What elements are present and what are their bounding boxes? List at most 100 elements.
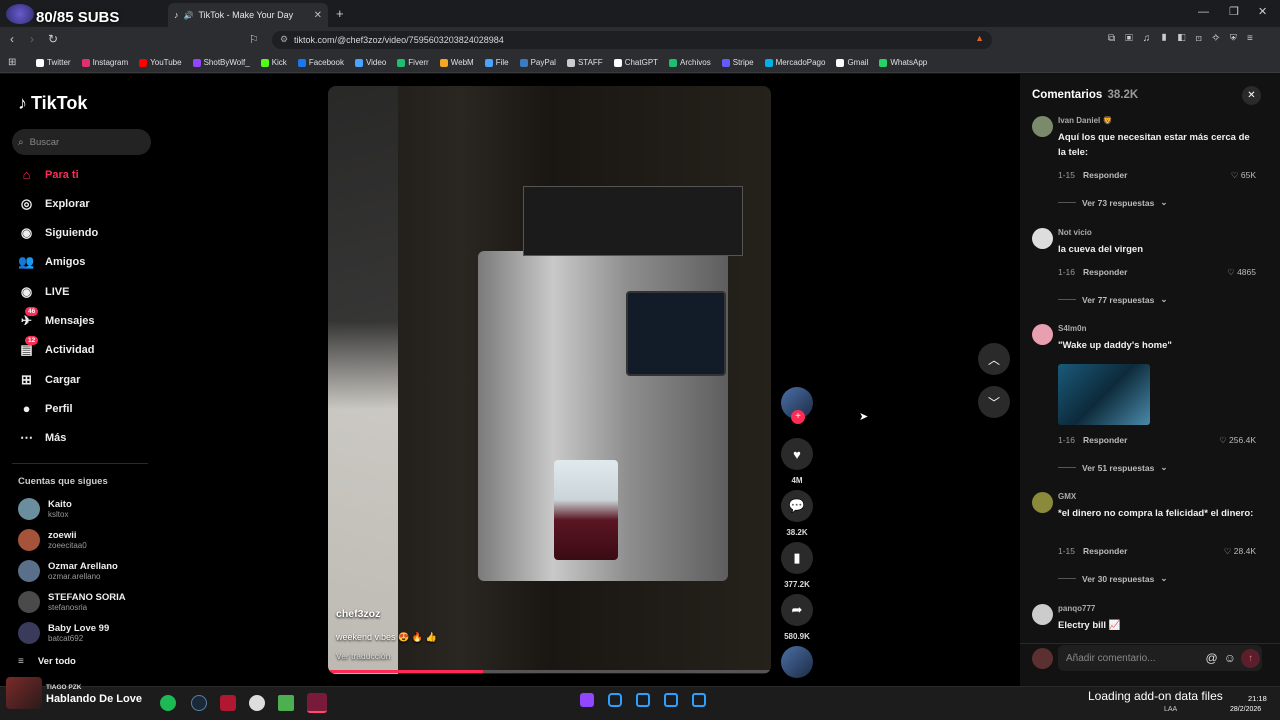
view-replies-button[interactable]: Ver 30 respuestas ⌄ bbox=[1058, 573, 1167, 584]
twitch-icon[interactable] bbox=[580, 693, 594, 707]
translate-link[interactable]: Ver traducción bbox=[336, 651, 390, 661]
comment-like-button[interactable]: ♡ 65K bbox=[1231, 170, 1256, 181]
comment-like-button[interactable]: ♡ 256.4K bbox=[1219, 435, 1256, 446]
tab-tiktok[interactable]: ♪ 🔊 TikTok - Make Your Day ✕ bbox=[168, 3, 328, 27]
follow-plus-icon[interactable]: + bbox=[791, 410, 805, 424]
restore-icon[interactable]: ❐ bbox=[1229, 5, 1239, 18]
bookmark-item[interactable]: Instagram bbox=[81, 58, 128, 67]
address-bar[interactable]: ⚙ tiktok.com/@chef3zoz/video/75956032038… bbox=[272, 31, 992, 49]
bookmark-item[interactable]: STAFF bbox=[566, 58, 603, 67]
followed-account[interactable]: Baby Love 99 batcat692 bbox=[18, 622, 109, 644]
like-button[interactable]: ♥ 4M bbox=[781, 438, 813, 485]
app-a-icon[interactable] bbox=[220, 695, 236, 711]
bookmark-item[interactable]: Archivos bbox=[669, 58, 711, 67]
bookmark-item[interactable]: WhatsApp bbox=[879, 58, 927, 67]
reply-button[interactable]: Responder bbox=[1083, 546, 1127, 556]
search-input[interactable]: ⌕ Buscar bbox=[12, 129, 151, 155]
comment-avatar[interactable] bbox=[1032, 492, 1053, 513]
bookmark-item[interactable]: PayPal bbox=[519, 58, 556, 67]
video-player[interactable]: chef3zoz weekend vibes 😍 🔥 👍 Ver traducc… bbox=[328, 86, 771, 674]
bookmark-item[interactable]: WebM bbox=[439, 58, 474, 67]
comment-button[interactable]: 💬 38.2K bbox=[781, 490, 813, 537]
clock-time[interactable]: 21:18 bbox=[1248, 694, 1267, 703]
bookmark-item[interactable]: Fiverr bbox=[397, 58, 429, 67]
sidebar-item-perfil[interactable]: ● Perfil bbox=[18, 400, 73, 417]
comment-username[interactable]: panqo777 bbox=[1058, 604, 1095, 613]
youtube-icon[interactable] bbox=[692, 693, 706, 707]
view-replies-button[interactable]: Ver 51 respuestas ⌄ bbox=[1058, 462, 1167, 473]
comment-avatar[interactable] bbox=[1032, 116, 1053, 137]
bookmark-item[interactable]: File bbox=[484, 58, 509, 67]
bookmark-item[interactable]: Video bbox=[354, 58, 386, 67]
sidebar-item-live[interactable]: ◉ LIVE bbox=[18, 283, 70, 300]
apps-grid-icon[interactable]: ⊞ bbox=[8, 57, 16, 68]
previous-video-button[interactable]: ︿ bbox=[978, 343, 1010, 375]
bookmark-page-icon[interactable]: ⚐ bbox=[249, 33, 259, 46]
minecraft-icon[interactable] bbox=[278, 695, 294, 711]
comment-avatar[interactable] bbox=[1032, 324, 1053, 345]
brave-shield-icon[interactable]: ▲ bbox=[975, 33, 984, 43]
comment-like-button[interactable]: ♡ 4865 bbox=[1227, 267, 1256, 278]
new-tab-button[interactable]: + bbox=[336, 6, 344, 21]
music-disc[interactable] bbox=[781, 646, 813, 678]
bookmark-item[interactable]: Twitter bbox=[36, 58, 71, 67]
close-tab-icon[interactable]: ✕ bbox=[314, 10, 322, 21]
clock-date[interactable]: 28/2/2026 bbox=[1230, 706, 1261, 713]
spotify-icon[interactable] bbox=[160, 695, 176, 711]
steam-icon[interactable] bbox=[191, 695, 207, 711]
close-comments-icon[interactable]: ✕ bbox=[1242, 86, 1261, 105]
sidebar-item-más[interactable]: ⋯ Más bbox=[18, 430, 66, 447]
sidebar-item-siguiendo[interactable]: ◉ Siguiendo bbox=[18, 225, 98, 242]
sidebar-item-actividad[interactable]: ▤ 12 Actividad bbox=[18, 335, 95, 359]
share-button[interactable]: ➦ 580.9K bbox=[781, 594, 813, 641]
tiktok-icon[interactable] bbox=[636, 693, 650, 707]
author-avatar[interactable]: + bbox=[781, 387, 813, 424]
reply-button[interactable]: Responder bbox=[1083, 267, 1127, 277]
reply-button[interactable]: Responder bbox=[1083, 170, 1127, 180]
twitter-icon[interactable] bbox=[664, 693, 678, 707]
instagram-icon[interactable] bbox=[608, 693, 622, 707]
audio-icon[interactable]: 🔊 bbox=[184, 11, 194, 20]
reply-button[interactable]: Responder bbox=[1083, 435, 1127, 445]
comment-avatar[interactable] bbox=[1032, 604, 1053, 625]
bookmark-item[interactable]: ChatGPT bbox=[613, 58, 658, 67]
close-window-icon[interactable]: ✕ bbox=[1258, 5, 1267, 18]
followed-account[interactable]: STEFANO SORIA stefanosria bbox=[18, 591, 126, 613]
bookmark-item[interactable]: Facebook bbox=[297, 58, 344, 67]
sidebar-item-amigos[interactable]: 👥 Amigos bbox=[18, 254, 85, 271]
bookmark-item[interactable]: Kick bbox=[260, 58, 287, 67]
save-button[interactable]: ▮ 377.2K bbox=[781, 542, 813, 589]
sidebar-item-para-ti[interactable]: ⌂ Para ti bbox=[18, 166, 79, 183]
view-replies-button[interactable]: Ver 73 respuestas ⌄ bbox=[1058, 197, 1167, 208]
comment-input[interactable]: Añadir comentario... @ ☺ bbox=[1058, 645, 1262, 671]
bookmark-item[interactable]: MercadoPago bbox=[764, 58, 825, 67]
bookmark-item[interactable]: ShotByWolf_ bbox=[192, 58, 250, 67]
mention-icon[interactable]: @ bbox=[1206, 651, 1218, 665]
video-author[interactable]: chef3zoz bbox=[336, 608, 380, 620]
minimize-icon[interactable]: — bbox=[1198, 6, 1209, 18]
sidebar-item-explorar[interactable]: ◎ Explorar bbox=[18, 195, 90, 212]
send-comment-icon[interactable]: ↑ bbox=[1241, 649, 1260, 668]
emoji-icon[interactable]: ☺ bbox=[1224, 651, 1236, 665]
progress-track[interactable] bbox=[328, 670, 771, 673]
back-icon[interactable]: ‹ bbox=[10, 32, 14, 46]
next-video-button[interactable]: ﹀ bbox=[978, 386, 1010, 418]
extension-icons[interactable]: ⧉▣♫▮◧⊡✧⛨≡ bbox=[1108, 33, 1263, 44]
bookmark-item[interactable]: Gmail bbox=[836, 58, 868, 67]
see-all-link[interactable]: ≡ Ver todo bbox=[18, 656, 76, 667]
comment-username[interactable]: S4lm0n bbox=[1058, 324, 1086, 333]
view-replies-button[interactable]: Ver 77 respuestas ⌄ bbox=[1058, 294, 1167, 305]
reload-icon[interactable]: ↻ bbox=[48, 32, 58, 46]
comment-username[interactable]: Not vicio bbox=[1058, 228, 1092, 237]
comment-username[interactable]: GMX bbox=[1058, 492, 1076, 501]
brave-taskbar-icon[interactable] bbox=[307, 693, 327, 713]
comment-image[interactable] bbox=[1058, 364, 1150, 425]
bookmark-item[interactable]: YouTube bbox=[139, 58, 182, 67]
followed-account[interactable]: Ozmar Arellano ozmar.arellano bbox=[18, 560, 118, 582]
followed-account[interactable]: Kaito ksltox bbox=[18, 498, 72, 520]
bookmark-item[interactable]: Stripe bbox=[721, 58, 754, 67]
comment-like-button[interactable]: ♡ 28.4K bbox=[1224, 546, 1256, 557]
tiktok-logo[interactable]: ♪ TikTok bbox=[18, 93, 87, 114]
obs-icon[interactable] bbox=[249, 695, 265, 711]
language-indicator[interactable]: LAA bbox=[1164, 706, 1177, 713]
